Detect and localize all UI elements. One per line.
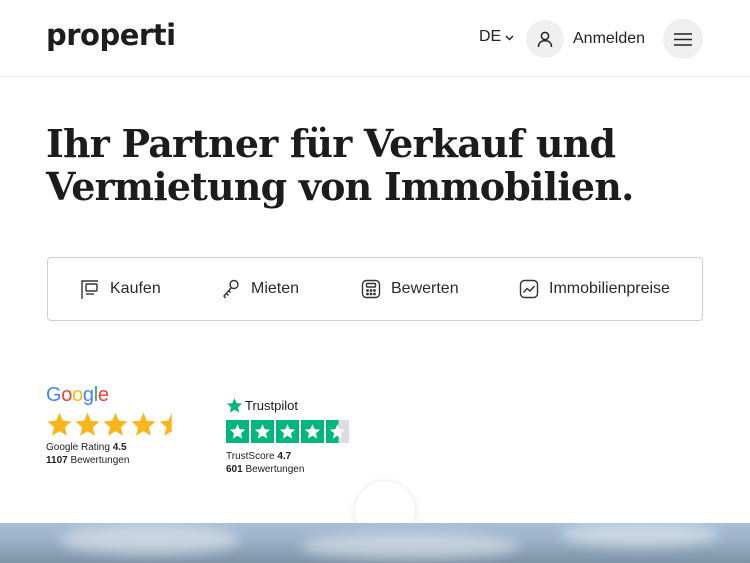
trustpilot-stars [226, 420, 349, 443]
google-logo: Google [46, 384, 109, 406]
properti-logo[interactable]: properti [46, 18, 176, 52]
trustpilot-score-label: TrustScore [226, 451, 275, 462]
menu-button[interactable] [663, 19, 703, 59]
star-icon [276, 420, 299, 443]
trustpilot-logo-text: Trustpilot [245, 398, 298, 413]
google-reviews-label: Bewertungen [70, 455, 130, 466]
star-icon [251, 420, 274, 443]
chevron-down-icon [505, 35, 514, 41]
key-icon [223, 279, 239, 299]
tab-immobilienpreise[interactable]: Immobilienpreise [518, 258, 670, 320]
google-reviews-count: 1107 [46, 455, 68, 466]
hamburger-icon [674, 32, 692, 46]
star-icon [75, 412, 100, 436]
headline-line-2: Vermietung von Immobilien. [46, 164, 634, 209]
google-rating-label: Google Rating [46, 442, 110, 453]
page-headline: Ihr Partner für Verkauf und Vermietung v… [46, 122, 706, 208]
google-rating-value: 4.5 [112, 442, 127, 453]
user-icon [526, 20, 564, 58]
trustpilot-rating[interactable]: Trustpilot TrustScore 4.7 601 Bewertunge… [226, 397, 349, 476]
google-rating[interactable]: Google Google Rating 4.5 1107 Bewertunge… [46, 384, 172, 467]
google-reviews-text: 1107 Bewertungen [46, 454, 172, 467]
tab-label: Mieten [251, 280, 300, 297]
chart-icon [519, 279, 539, 299]
star-icon [131, 412, 156, 436]
tab-kaufen[interactable]: Kaufen [79, 258, 161, 320]
star-icon [301, 420, 324, 443]
trustpilot-score-value: 4.7 [277, 451, 292, 462]
site-header: properti DE Anmelden [0, 0, 750, 77]
google-stars [46, 411, 172, 438]
trustpilot-star-icon [226, 398, 243, 413]
login-button[interactable]: Anmelden [526, 19, 645, 59]
tab-mieten[interactable]: Mieten [220, 258, 299, 320]
trustpilot-reviews-label: Bewertungen [245, 464, 305, 475]
half-star-icon [159, 412, 172, 436]
sign-icon [81, 280, 98, 299]
calculator-icon [361, 279, 381, 299]
trustpilot-reviews-text: 601 Bewertungen [226, 463, 349, 476]
tab-bewerten[interactable]: Bewerten [360, 258, 459, 320]
google-rating-text: Google Rating 4.5 [46, 441, 172, 454]
tab-label: Bewerten [391, 280, 459, 297]
login-label: Anmelden [573, 30, 646, 47]
hero-image [0, 523, 750, 563]
language-label: DE [479, 28, 502, 45]
half-star-icon [326, 420, 349, 443]
trustpilot-reviews-count: 601 [226, 464, 243, 475]
language-selector[interactable]: DE [479, 28, 514, 46]
tab-label: Kaufen [110, 280, 161, 297]
star-icon [226, 420, 249, 443]
headline-line-1: Ihr Partner für Verkauf und [46, 121, 616, 166]
star-icon [47, 412, 72, 436]
tab-label: Immobilienpreise [549, 280, 670, 297]
trustpilot-logo: Trustpilot [226, 397, 349, 414]
trustpilot-score-text: TrustScore 4.7 [226, 450, 349, 463]
star-icon [103, 412, 128, 436]
service-tabs: Kaufen Mieten Bewerten Immobilienpreise [47, 257, 703, 321]
